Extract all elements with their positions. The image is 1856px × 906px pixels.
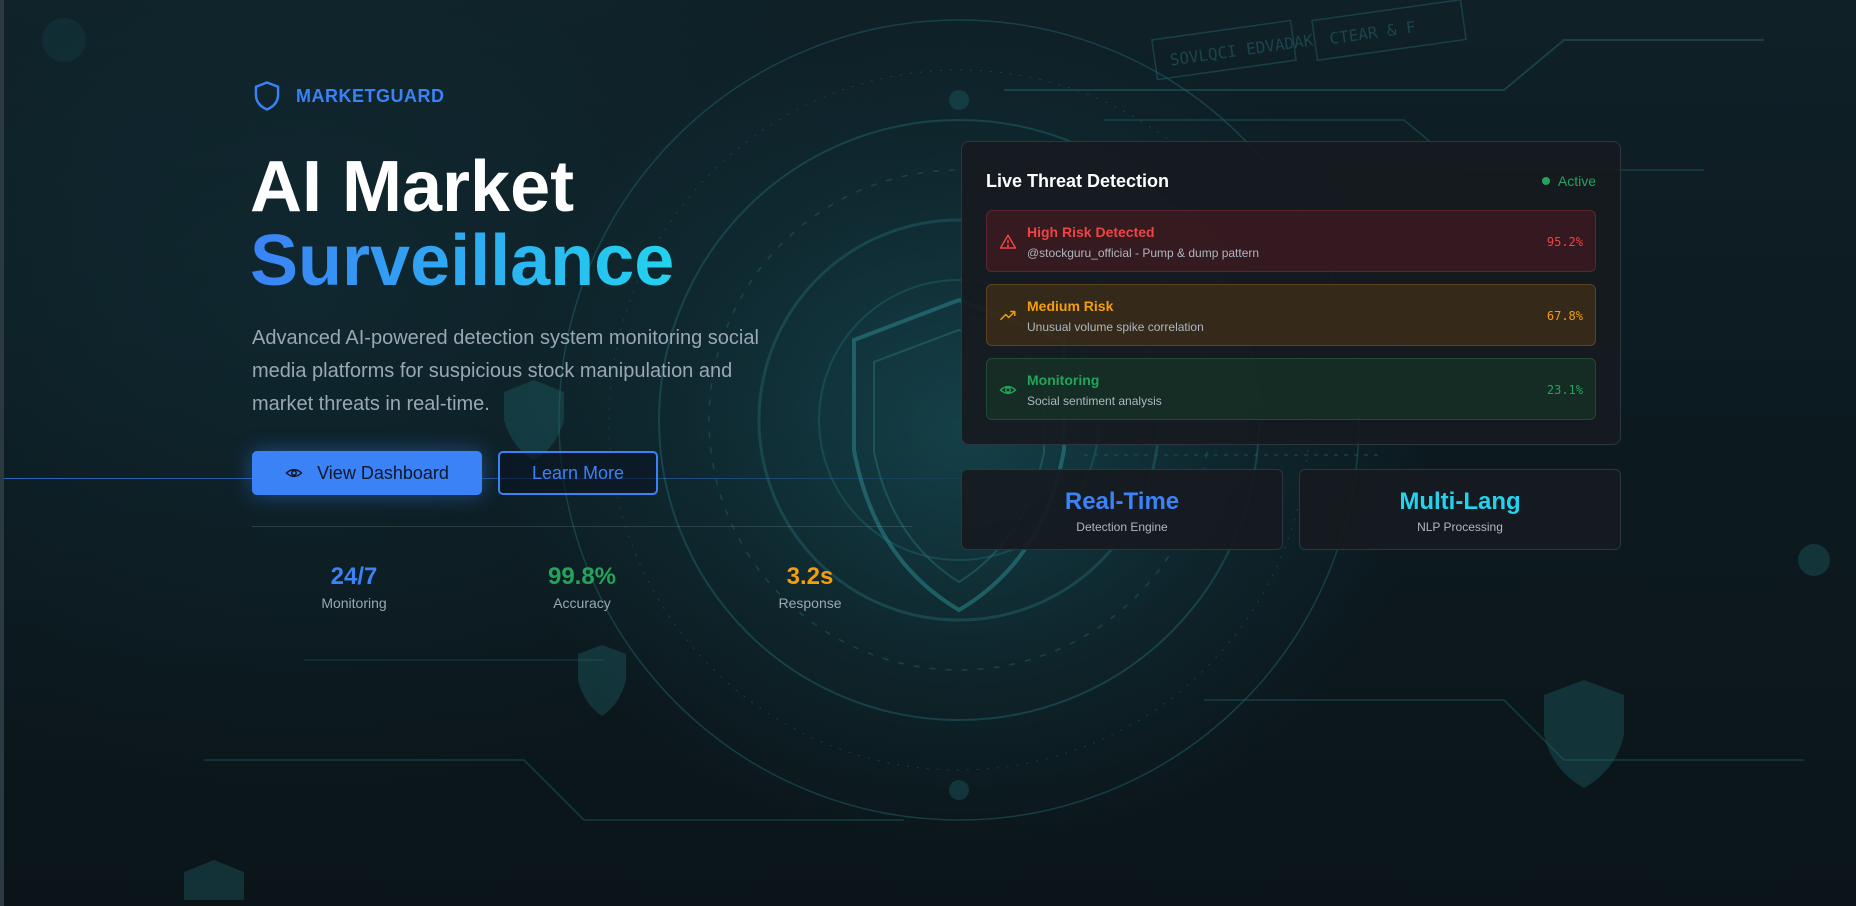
hero-title: AI Market Surveillance: [250, 150, 674, 298]
alert-high-risk[interactable]: High Risk Detected @stockguru_official -…: [986, 210, 1596, 272]
feature-title: Multi-Lang: [1399, 488, 1521, 515]
alert-title: Monitoring: [1027, 372, 1100, 388]
feature-subtitle: Detection Engine: [1076, 520, 1168, 534]
hero-title-line2: Surveillance: [250, 221, 675, 301]
alert-score: 67.8%: [1546, 309, 1583, 323]
status-dot-icon: [1541, 177, 1550, 185]
alert-description: Unusual volume spike correlation: [1027, 320, 1204, 334]
feature-title: Real-Time: [1064, 488, 1180, 515]
brand-logo[interactable]: MARKETGUARD: [252, 80, 445, 112]
alert-description: @stockguru_official - Pump & dump patter…: [1027, 246, 1260, 260]
warning-triangle-icon: [999, 234, 1017, 249]
background-text-1: SOVLQCI EDVADAK: [1169, 31, 1315, 70]
eye-icon: [285, 468, 303, 478]
stat-label: Accuracy: [553, 595, 611, 611]
alert-title: High Risk Detected: [1027, 224, 1155, 240]
page: SOVLQCI EDVADAK CTEAR & F MARKETGUARD AI…: [0, 0, 1856, 906]
alert-description: Social sentiment analysis: [1027, 394, 1162, 408]
alert-monitoring[interactable]: Monitoring Social sentiment analysis 23.…: [986, 358, 1596, 420]
background-text-2: CTEAR & F: [1328, 17, 1417, 48]
status-label: Active: [1557, 173, 1596, 189]
hero-title-line1: AI Market: [250, 147, 575, 227]
feature-card-multi-lang: Multi-Lang NLP Processing: [1299, 469, 1621, 550]
panel-title: Live Threat Detection: [986, 171, 1170, 191]
stat-response: 3.2s Response: [730, 563, 890, 611]
status-badge: Active: [1541, 173, 1596, 189]
stat-label: Response: [778, 595, 842, 611]
view-dashboard-button[interactable]: View Dashboard: [252, 451, 482, 495]
stat-value: 3.2s: [786, 563, 834, 590]
stat-value: 24/7: [330, 563, 378, 590]
alert-title: Medium Risk: [1027, 298, 1114, 314]
view-dashboard-label: View Dashboard: [317, 462, 449, 483]
alert-score: 23.1%: [1546, 383, 1583, 397]
stats-divider: [252, 526, 912, 527]
stat-label: Monitoring: [321, 595, 387, 611]
learn-more-button[interactable]: Learn More: [498, 451, 658, 495]
hero-description: Advanced AI-powered detection system mon…: [252, 327, 759, 415]
eye-icon: [999, 385, 1017, 395]
stat-value: 99.8%: [547, 563, 617, 590]
threat-detection-panel: Live Threat Detection Active High Risk D…: [961, 141, 1621, 445]
feature-subtitle: NLP Processing: [1417, 520, 1503, 534]
trending-up-icon: [999, 310, 1016, 321]
alert-score: 95.2%: [1546, 235, 1583, 249]
alert-medium-risk[interactable]: Medium Risk Unusual volume spike correla…: [986, 284, 1596, 346]
brand-name: MARKETGUARD: [296, 85, 445, 106]
learn-more-label: Learn More: [531, 462, 625, 483]
shield-icon: [254, 81, 280, 111]
stat-monitoring: 24/7 Monitoring: [274, 563, 434, 611]
feature-card-real-time: Real-Time Detection Engine: [961, 469, 1283, 550]
stat-accuracy: 99.8% Accuracy: [502, 563, 662, 611]
